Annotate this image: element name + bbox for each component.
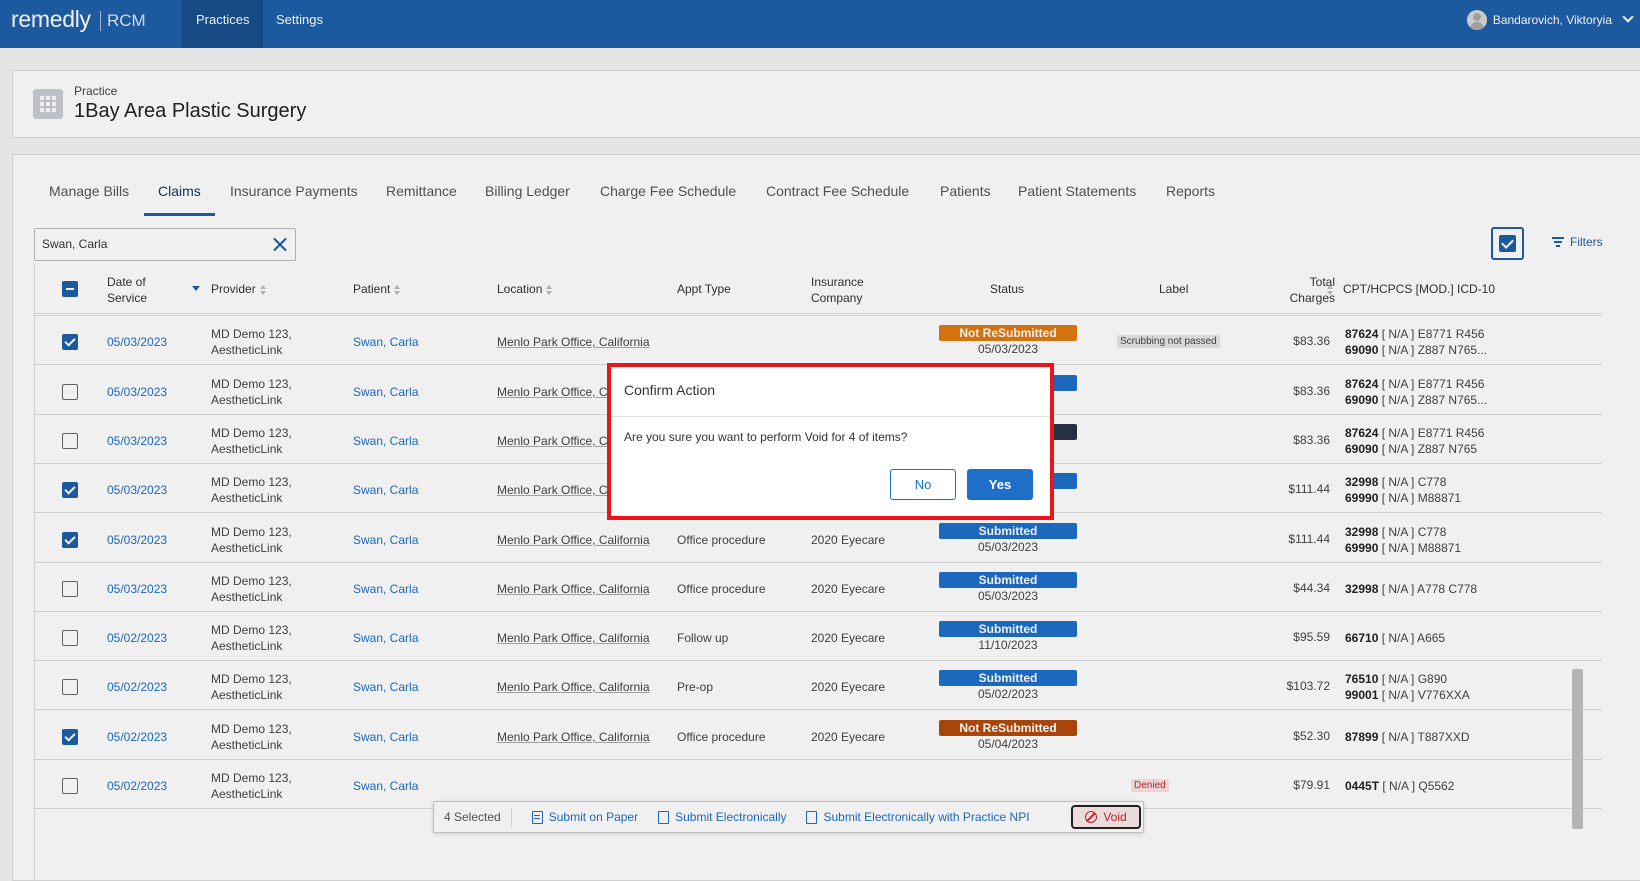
dialog-message: Are you sure you want to perform Void fo… — [624, 430, 908, 444]
yes-button[interactable]: Yes — [967, 469, 1033, 500]
dialog-title: Confirm Action — [624, 382, 716, 398]
no-button[interactable]: No — [890, 469, 956, 500]
dialog-divider — [611, 416, 1050, 417]
confirm-dialog: Confirm Action Are you sure you want to … — [611, 367, 1050, 516]
